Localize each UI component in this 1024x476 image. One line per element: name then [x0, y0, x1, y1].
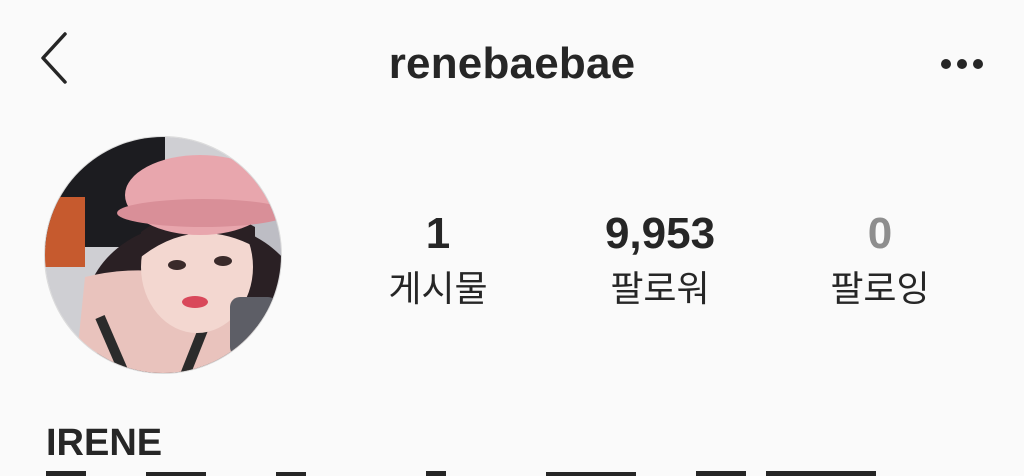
stat-followers-label: 팔로워 — [610, 268, 710, 309]
stat-followers-count: 9,953 — [604, 209, 716, 258]
more-horizontal-icon — [941, 59, 983, 69]
stat-following-label: 팔로잉 — [830, 268, 930, 309]
profile-display-name: IRENE — [46, 422, 163, 464]
more-options-button[interactable] — [932, 40, 992, 88]
avatar[interactable] — [44, 136, 282, 374]
bio-text-cut-off — [46, 466, 946, 476]
stat-following-count: 0 — [867, 209, 893, 258]
stat-posts[interactable]: 1 게시물 — [338, 208, 538, 312]
profile-username: renebaebae — [388, 39, 636, 88]
stat-followers[interactable]: 9,953 팔로워 — [560, 208, 760, 312]
stat-following[interactable]: 0 팔로잉 — [780, 208, 980, 312]
stat-posts-count: 1 — [425, 209, 451, 258]
bio-text-fragment — [46, 471, 876, 476]
profile-screen: renebaebae 1 게시물 9,953 팔로워 0 팔로잉 IRENE — [0, 0, 1024, 476]
profile-photo — [45, 137, 281, 373]
profile-header: renebaebae — [0, 0, 1024, 130]
stat-posts-label: 게시물 — [388, 268, 488, 309]
